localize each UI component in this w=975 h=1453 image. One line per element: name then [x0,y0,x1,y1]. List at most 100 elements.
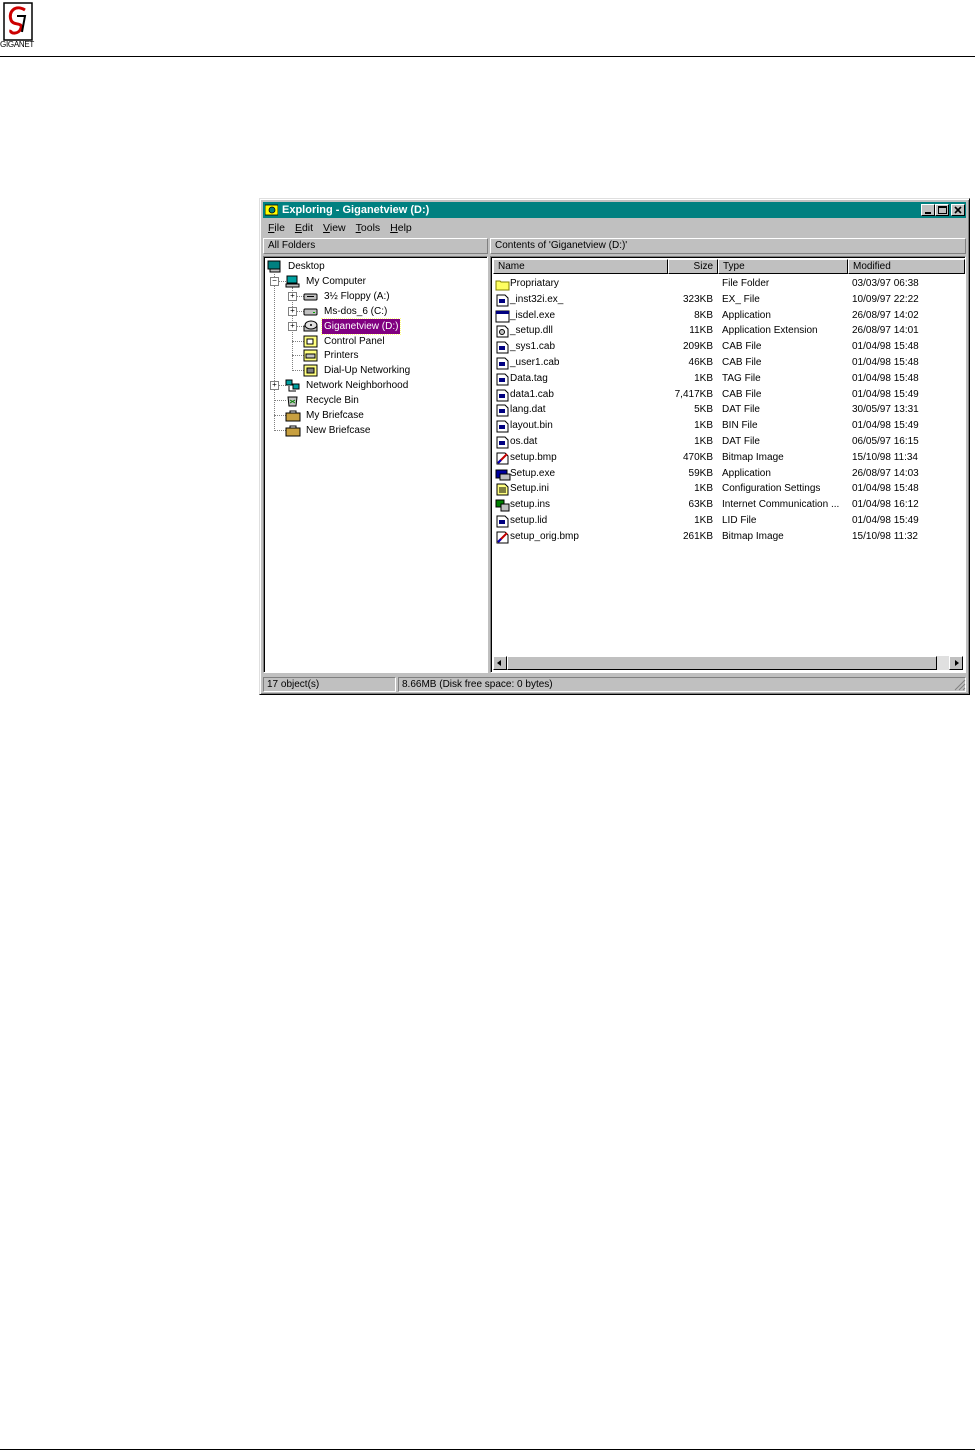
folder-tree[interactable]: Desktop My Computer − 3½ Floppy (A:) + Ms-dos… [263,256,488,673]
close-button[interactable] [951,204,965,216]
file-icon [495,294,509,307]
file-list[interactable]: Name Size Type Modified Propriatary File … [490,256,966,673]
file-row[interactable]: _user1.cab 46KB CAB File 01/04/98 15:48 [493,355,963,371]
file-row[interactable]: lang.dat 5KB DAT File 30/05/97 13:31 [493,402,963,418]
file-name: os.dat [510,436,538,447]
file-name: setup.bmp [510,451,557,463]
file-size: 5KB [694,404,713,416]
file-size: 59KB [688,467,713,479]
file-row[interactable]: Propriatary File Folder 03/03/97 06:38 [493,276,963,292]
file-icon [495,341,509,354]
scroll-right-button[interactable] [949,656,963,670]
collapse-icon[interactable]: − [270,276,279,286]
file-size: 8KB [694,309,713,321]
file-icon [495,436,509,449]
file-row[interactable]: layout.bin 1KB BIN File 01/04/98 15:49 [493,418,963,434]
expand-icon[interactable]: + [270,381,279,391]
minimize-icon [925,212,931,214]
contents-header: Contents of 'Giganetview (D:)' [490,238,966,254]
ins-icon [495,499,510,512]
file-name: setup.lid [510,515,548,526]
file-size: 470KB [682,451,713,463]
file-row[interactable]: setup.bmp 470KB Bitmap Image 15/10/98 11:34 [493,450,963,466]
file-row[interactable]: setup.lid 1KB LID File 01/04/98 15:49 [493,513,963,529]
file-row[interactable]: _sys1.cab 209KB CAB File 01/04/98 15:48 [493,339,963,355]
file-modified: 15/10/98 11:32 [852,530,918,542]
resize-grip-icon[interactable] [954,679,966,691]
file-modified: 01/04/98 15:48 [852,357,919,368]
file-row[interactable]: os.dat 1KB DAT File 06/05/97 16:15 [493,434,963,450]
arrow-right-icon [955,660,959,666]
expand-icon[interactable]: + [288,306,297,316]
bitmap-icon [495,452,509,465]
footer-rule [0,1449,975,1450]
floppy-drive-icon [303,290,319,303]
file-type: CAB File [722,341,762,353]
file-row[interactable]: _inst32i.ex_ 323KB EX_ File 10/09/97 22:22 [493,292,963,308]
file-modified: 26/08/97 14:02 [852,309,919,321]
file-row[interactable]: Setup.exe 59KB Application 26/08/97 14:03 [493,466,963,482]
tree-item-label: New Briefcase [306,424,371,436]
file-type: Application [722,467,771,479]
menu-help[interactable]: Help [385,220,417,235]
file-row[interactable]: Data.tag 1KB TAG File 01/04/98 15:48 [493,371,963,387]
file-type: Bitmap Image [722,451,784,463]
file-row[interactable]: Setup.ini 1KB Configuration Settings 01/04/… [493,481,963,497]
file-modified: 06/05/97 16:15 [852,436,919,447]
minimize-button[interactable] [921,204,935,216]
status-object-count: 17 object(s) [263,677,396,692]
maximize-button[interactable] [935,204,949,216]
tree-connector [274,282,275,429]
file-row[interactable]: setup.ins 63KB Internet Communication ... 0… [493,497,963,513]
title-bar[interactable]: Exploring - Giganetview (D:) [263,202,966,218]
menu-edit[interactable]: Edit [290,220,318,235]
expand-icon[interactable]: + [288,291,297,301]
file-row[interactable]: data1.cab 7,417KB CAB File 01/04/98 15:49 [493,387,963,403]
scroll-left-button[interactable] [493,656,507,670]
menu-view[interactable]: View [318,220,351,235]
file-icon [495,420,509,433]
file-name: _setup.dll [510,325,553,337]
column-header-name[interactable]: Name [493,259,668,274]
tree-item-label: My Briefcase [306,410,364,421]
file-name: data1.cab [510,388,554,400]
scroll-thumb[interactable] [507,656,937,670]
file-modified: 01/04/98 16:12 [852,499,919,511]
briefcase-icon [285,424,301,437]
file-icon [495,515,509,528]
file-size: 323KB [682,293,713,305]
column-header-size[interactable]: Size [668,259,718,274]
file-name: setup.ins [510,499,551,511]
file-size: 209KB [682,341,713,353]
explorer-window: Exploring - Giganetview (D:) File Edit Vie… [259,198,970,695]
tree-item-label: Control Panel [324,335,385,347]
file-size: 1KB [694,436,713,447]
file-size: 261KB [682,530,713,542]
computer-icon [285,275,301,288]
horizontal-scrollbar[interactable] [493,656,963,670]
file-size: 1KB [694,483,713,495]
menu-bar: File Edit View Tools Help [263,220,966,236]
file-size: 7,417KB [674,388,713,400]
file-type: File Folder [722,278,770,289]
file-modified: 30/05/97 13:31 [852,404,919,416]
file-icon [495,404,509,417]
column-header-type[interactable]: Type [718,259,848,274]
file-size: 1KB [694,420,713,432]
app-icon [495,310,510,323]
menu-tools[interactable]: Tools [351,220,386,235]
expand-icon[interactable]: + [288,321,297,331]
tree-item-label: Recycle Bin [306,395,359,407]
menu-file[interactable]: File [263,220,290,235]
file-name: _sys1.cab [510,341,556,353]
file-name: _isdel.exe [510,309,556,321]
file-modified: 01/04/98 15:49 [852,515,919,526]
tree-item-label: Dial-Up Networking [324,365,411,377]
file-row[interactable]: setup_orig.bmp 261KB Bitmap Image 15/10/98 … [493,529,963,545]
bitmap-icon [495,531,509,544]
file-row[interactable]: _isdel.exe 8KB Application 26/08/97 14:02 [493,308,963,324]
file-row[interactable]: _setup.dll 11KB Application Extension 26/08… [493,323,963,339]
column-header-modified[interactable]: Modified [848,259,965,274]
file-modified: 01/04/98 15:49 [852,420,919,432]
header-rule [0,56,975,57]
